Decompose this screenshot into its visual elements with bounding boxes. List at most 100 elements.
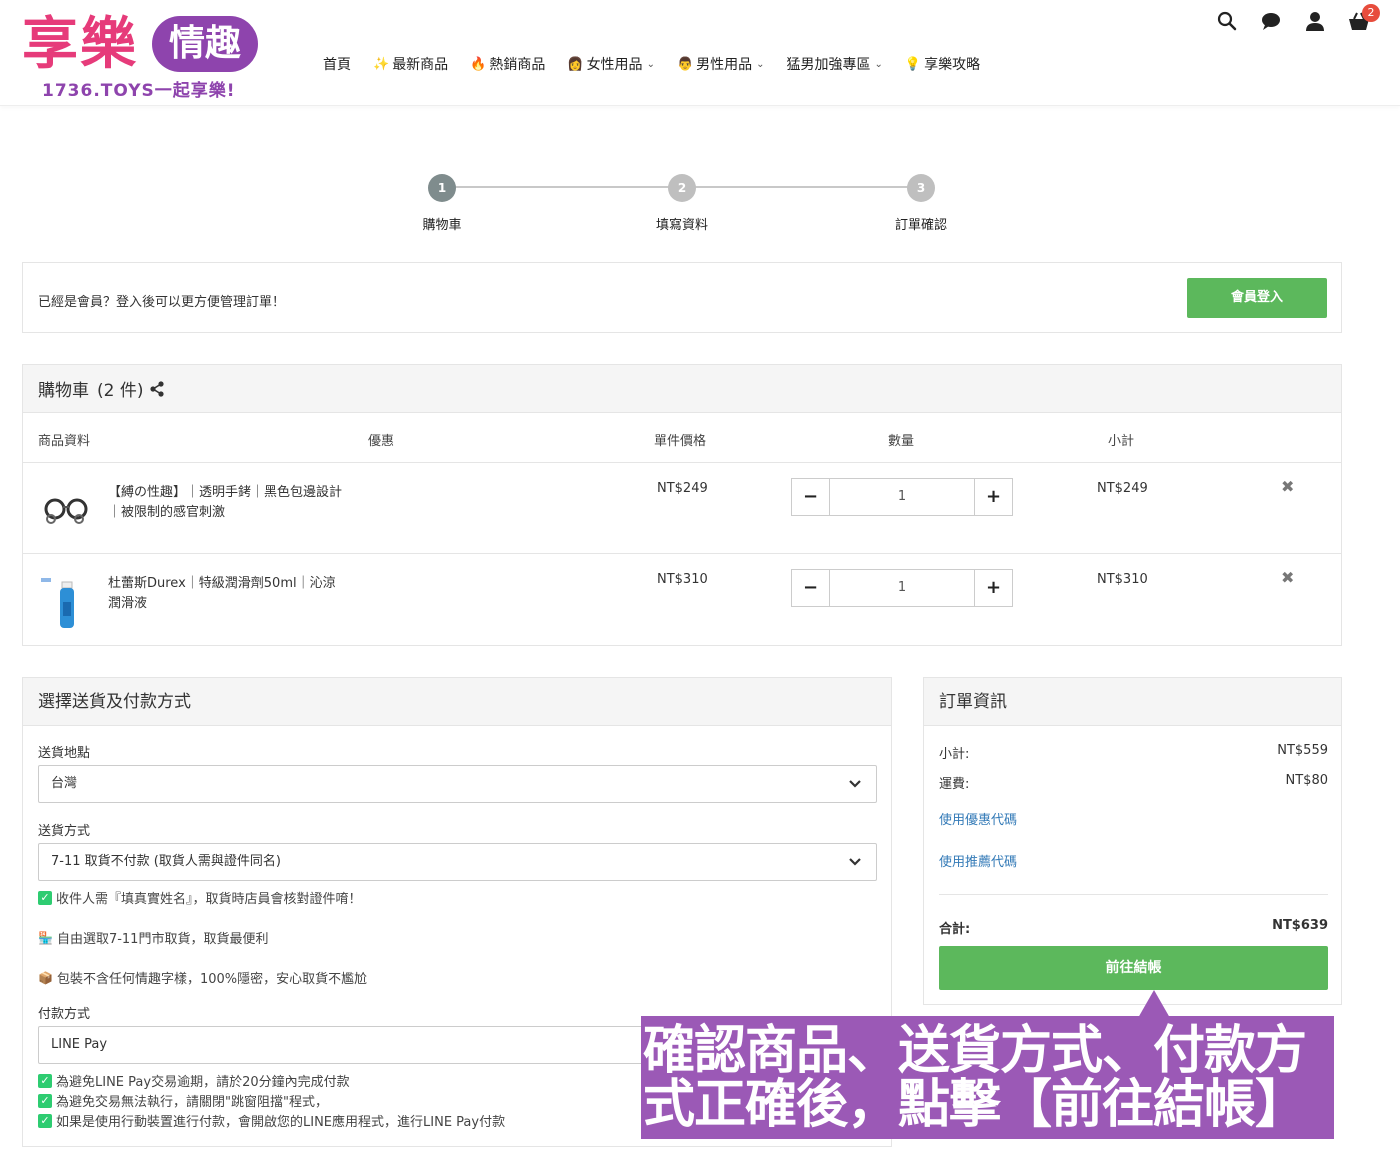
shipping-fee-value: NT$80 — [1285, 773, 1328, 788]
location-select[interactable]: 台灣 — [38, 765, 877, 803]
cart-item-row: 【縛の性趣】｜透明手銬｜黑色包邊設計｜被限制的感官刺激 NT$249 − 1 +… — [23, 463, 1341, 554]
order-summary-panel: 訂單資訊 小計: NT$559 運費: NT$80 使用優惠代碼 使用推薦代碼 … — [923, 677, 1342, 1005]
product-price: NT$249 — [657, 481, 708, 496]
nav-item-hot[interactable]: 🔥 熱銷商品 — [470, 54, 545, 74]
qty-minus-button[interactable]: − — [792, 479, 829, 515]
man-icon: 👨 — [676, 56, 694, 72]
remove-item-icon[interactable]: ✖ — [1281, 568, 1294, 587]
step-connector — [442, 186, 682, 188]
step-1-label: 購物車 — [422, 218, 462, 233]
header-icons: 2 — [1216, 4, 1380, 32]
shipping-method-label: 送貨方式 — [38, 824, 91, 839]
payment-note: ✓ 如果是使用行動裝置進行付款，會開啟您的LINE應用程式，進行LINE Pay付… — [38, 1111, 505, 1130]
product-subtotal: NT$310 — [1097, 572, 1148, 587]
nav-item-home[interactable]: 首頁 — [323, 54, 351, 74]
product-name[interactable]: 杜蕾斯Durex｜特級潤滑劑50ml｜沁涼潤滑液 — [108, 574, 348, 614]
chevron-down-icon: ⌄ — [756, 58, 765, 70]
qty-input[interactable]: 1 — [829, 570, 975, 606]
step-3-label: 訂單確認 — [894, 218, 947, 233]
payment-note: ✓ 為避免交易無法執行，請關閉"跳窗阻擋"程式， — [38, 1091, 328, 1110]
shipping-fee-label: 運費: — [939, 777, 970, 792]
order-total-row: 合計: NT$639 — [939, 918, 1328, 937]
note-text: 為避免LINE Pay交易逾期，請於20分鐘內完成付款 — [56, 1075, 350, 1090]
checkmark-icon: ✓ — [38, 1113, 52, 1128]
logo-main-text: 享樂 — [22, 11, 138, 77]
total-value: NT$639 — [1272, 918, 1328, 933]
note-text: 收件人需『填真實姓名』，取貨時店員會核對證件唷！ — [56, 892, 362, 907]
nav-item-guide[interactable]: 💡 享樂攻略 — [905, 54, 980, 74]
product-price: NT$310 — [657, 572, 708, 587]
chevron-down-icon: ⌄ — [874, 58, 883, 70]
checkmark-icon: ✓ — [38, 890, 52, 905]
subtotal-value: NT$559 — [1277, 743, 1328, 758]
chat-icon[interactable] — [1260, 10, 1282, 32]
step-2-label: 填寫資料 — [655, 218, 708, 233]
shipping-note: 📦 包裝不含任何情趣字樣，100%隱密，安心取貨不尷尬 — [38, 968, 368, 988]
qty-plus-button[interactable]: + — [975, 479, 1012, 515]
step-1-dot: 1 — [428, 174, 456, 202]
cart-count-badge: 2 — [1362, 4, 1380, 22]
coupon-code-link[interactable]: 使用優惠代碼 — [939, 809, 1017, 828]
cart-icon[interactable]: 2 — [1348, 4, 1380, 32]
instruction-callout: 確認商品、送貨方式、付款方式正確後，點擊【前往結帳】 — [641, 1016, 1334, 1139]
cart-count: (2 件) — [97, 381, 144, 401]
nav-label: 最新商品 — [392, 57, 449, 73]
nav-label: 猛男加強專區 — [786, 57, 871, 73]
col-qty: 數量 — [888, 434, 915, 449]
nav-label: 熱銷商品 — [489, 57, 546, 73]
nav-label: 首頁 — [323, 57, 351, 73]
total-label: 合計: — [939, 922, 971, 937]
cart-panel: 購物車 (2 件) 商品資料 優惠 單件價格 數量 小計 【縛の性趣】｜透明手銬… — [22, 364, 1342, 646]
order-panel-title: 訂單資訊 — [924, 678, 1341, 726]
qty-minus-button[interactable]: − — [792, 570, 829, 606]
callout-pointer — [1138, 990, 1170, 1018]
product-image-lubricant[interactable] — [39, 578, 95, 628]
col-discount: 優惠 — [368, 434, 395, 449]
col-price: 單件價格 — [654, 434, 707, 449]
lightbulb-icon: 💡 — [904, 56, 922, 72]
product-subtotal: NT$249 — [1097, 481, 1148, 496]
location-value: 台灣 — [51, 776, 78, 791]
member-login-button[interactable]: 會員登入 — [1187, 278, 1327, 318]
cart-column-headers: 商品資料 優惠 單件價格 數量 小計 — [23, 413, 1341, 463]
logo-subtitle: 1736.TOYS一起享樂! — [42, 81, 236, 101]
cart-item-row: 杜蕾斯Durex｜特級潤滑劑50ml｜沁涼潤滑液 NT$310 − 1 + NT… — [23, 554, 1341, 645]
location-label: 送貨地點 — [38, 746, 91, 761]
note-text: 包裝不含任何情趣字樣，100%隱密，安心取貨不尷尬 — [56, 972, 368, 987]
nav-item-men[interactable]: 👨 男性用品 ⌄ — [677, 54, 765, 74]
checkmark-icon: ✓ — [38, 1073, 52, 1088]
nav-item-new[interactable]: ✨ 最新商品 — [373, 54, 448, 74]
package-icon: 📦 — [38, 970, 53, 985]
qty-input[interactable]: 1 — [829, 479, 975, 515]
note-text: 為避免交易無法執行，請關閉"跳窗阻擋"程式， — [56, 1095, 328, 1110]
checkmark-icon: ✓ — [38, 1093, 52, 1108]
payment-note: ✓ 為避免LINE Pay交易逾期，請於20分鐘內完成付款 — [38, 1071, 350, 1090]
note-text: 自由選取7-11門市取貨，取貨最便利 — [56, 932, 269, 947]
nav-item-women[interactable]: 👩 女性用品 ⌄ — [567, 54, 655, 74]
member-prompt: 已經是會員？登入後可以更方便管理訂單！ — [38, 295, 286, 310]
share-icon[interactable] — [149, 380, 165, 397]
step-2-dot: 2 — [668, 174, 696, 202]
main-nav: 首頁 ✨ 最新商品 🔥 熱銷商品 👩 女性用品 ⌄ 👨 男性用品 ⌄ 猛男加強專區 ⌄ 💡 享樂… — [323, 54, 1002, 74]
remove-item-icon[interactable]: ✖ — [1281, 477, 1294, 496]
search-icon[interactable] — [1216, 10, 1238, 32]
referral-code-link[interactable]: 使用推薦代碼 — [939, 851, 1017, 870]
step-3-dot: 3 — [907, 174, 935, 202]
product-image-handcuffs[interactable] — [39, 487, 95, 535]
quantity-stepper: − 1 + — [791, 569, 1013, 607]
shipping-method-select[interactable]: 7-11 取貨不付款 (取貨人需與證件同名) — [38, 843, 877, 881]
sparkle-icon: ✨ — [373, 56, 390, 72]
nav-label: 享樂攻略 — [924, 57, 981, 73]
site-logo[interactable]: 享樂 情趣 1736.TOYS一起享樂! — [22, 11, 262, 101]
col-product: 商品資料 — [38, 434, 91, 449]
product-name[interactable]: 【縛の性趣】｜透明手銬｜黑色包邊設計｜被限制的感官刺激 — [108, 483, 348, 523]
shipping-note: 🏪 自由選取7-11門市取貨，取貨最便利 — [38, 928, 269, 948]
qty-plus-button[interactable]: + — [975, 570, 1012, 606]
payment-value: LINE Pay — [51, 1037, 108, 1052]
shipping-note: ✓ 收件人需『填真實姓名』，取貨時店員會核對證件唷！ — [38, 888, 362, 907]
user-icon[interactable] — [1304, 10, 1326, 32]
order-shipping-row: 運費: NT$80 — [939, 773, 1328, 792]
nav-item-men-enhance[interactable]: 猛男加強專區 ⌄ — [787, 54, 883, 74]
checkout-button[interactable]: 前往結帳 — [939, 946, 1328, 990]
chevron-down-icon — [848, 766, 862, 816]
